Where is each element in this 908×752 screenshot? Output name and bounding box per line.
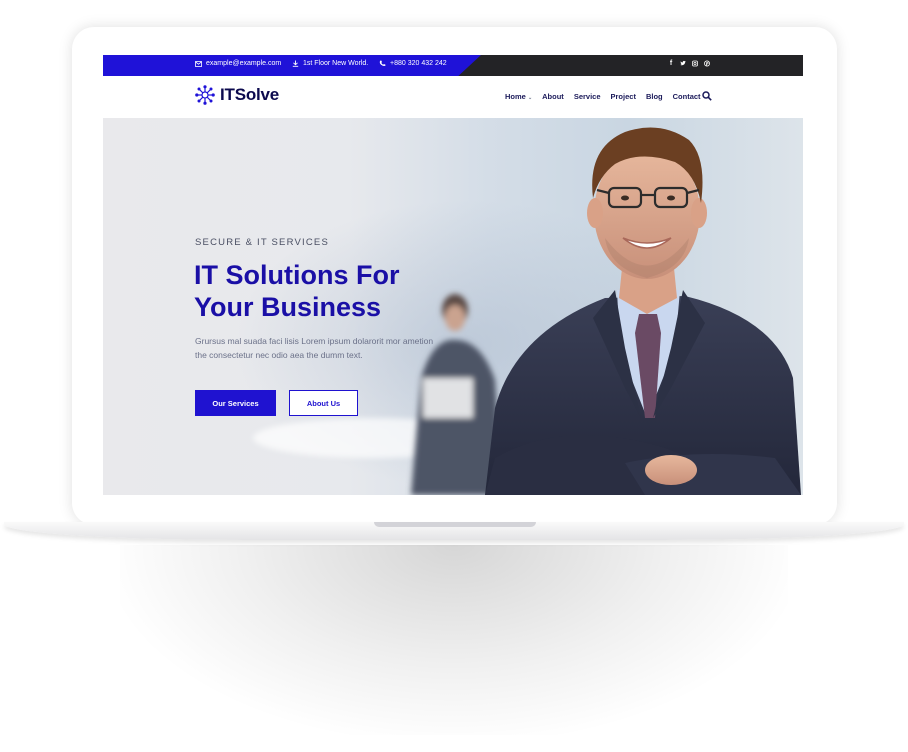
nav-about[interactable]: About xyxy=(542,92,564,101)
topbar-address-text: 1st Floor New World. xyxy=(303,60,369,67)
logo[interactable]: ITSolve xyxy=(195,85,279,105)
logo-text: ITSolve xyxy=(220,85,280,104)
main-nav: Home ⌄ About Service Project Blog Contac… xyxy=(505,92,701,101)
nav-home[interactable]: Home ⌄ xyxy=(505,92,532,101)
topbar-phone[interactable]: +880 320 432 242 xyxy=(379,60,447,67)
nav-contact[interactable]: Contact xyxy=(673,92,701,101)
hero-title-line2: Your Business xyxy=(194,292,382,322)
hero-description: Grursus mal suada faci lisis Lorem ipsum… xyxy=(195,335,445,362)
laptop-shadow xyxy=(120,545,788,735)
site-header: ITSolve Home ⌄ About Service Project Blo… xyxy=(103,76,803,118)
hero-description-line2: the consectetur nec odio aea the dumm te… xyxy=(195,349,363,360)
location-icon xyxy=(292,60,299,67)
pinterest-icon[interactable] xyxy=(704,60,710,67)
social-links: f xyxy=(668,60,710,67)
hero-title-line1: IT Solutions For xyxy=(194,260,400,290)
hero-description-line1: Grursus mal suada faci lisis Lorem ipsum… xyxy=(195,336,434,346)
instagram-icon[interactable] xyxy=(692,60,698,67)
hero-title: IT Solutions For Your Business xyxy=(194,259,454,323)
about-us-button[interactable]: About Us xyxy=(289,390,358,416)
laptop-screen: example@example.com 1st Floor New World.… xyxy=(103,55,803,495)
laptop-notch xyxy=(374,522,536,527)
our-services-button[interactable]: Our Services xyxy=(195,390,276,416)
topbar-address: 1st Floor New World. xyxy=(292,60,368,67)
network-logo-icon xyxy=(195,85,215,105)
page: example@example.com 1st Floor New World.… xyxy=(0,0,908,752)
hero-subtitle: SECURE & IT SERVICES xyxy=(195,237,329,248)
topbar: example@example.com 1st Floor New World.… xyxy=(103,55,803,76)
nav-blog[interactable]: Blog xyxy=(646,92,663,101)
facebook-icon[interactable]: f xyxy=(668,60,674,67)
chevron-down-icon: ⌄ xyxy=(527,95,533,101)
twitter-icon[interactable] xyxy=(680,60,686,67)
phone-icon xyxy=(379,60,386,66)
topbar-email[interactable]: example@example.com xyxy=(195,60,281,67)
search-icon[interactable] xyxy=(702,91,712,101)
topbar-phone-text: +880 320 432 242 xyxy=(390,60,447,67)
nav-service[interactable]: Service xyxy=(574,92,601,101)
envelope-icon xyxy=(195,60,202,67)
nav-project[interactable]: Project xyxy=(611,92,636,101)
businessman-image xyxy=(485,127,801,495)
topbar-email-text: example@example.com xyxy=(206,60,282,67)
nav-home-label: Home xyxy=(505,92,526,101)
hero-section: SECURE & IT SERVICES IT Solutions For Yo… xyxy=(103,118,803,495)
